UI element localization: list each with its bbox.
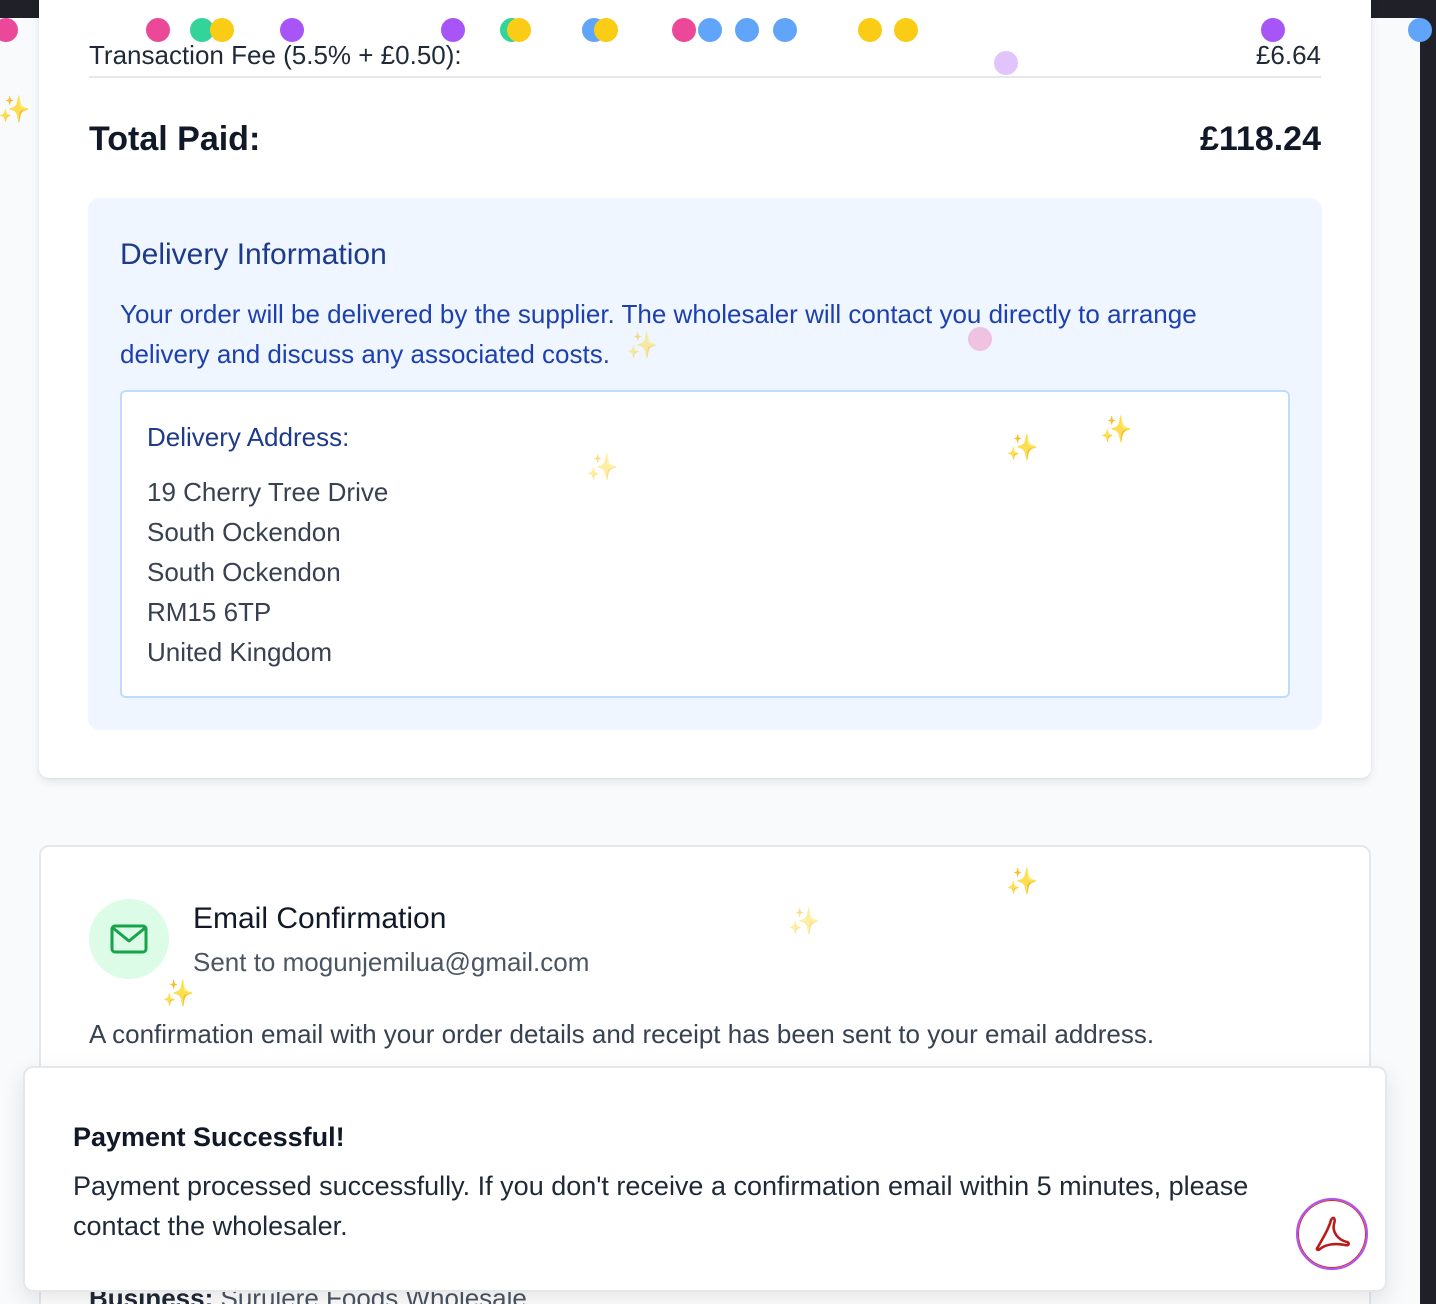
delivery-address-lines: 19 Cherry Tree Drive South Ockendon Sout… — [147, 472, 388, 672]
confetti-dot — [146, 18, 170, 42]
transaction-fee-value: £6.64 — [1255, 39, 1321, 70]
toast-message: Payment processed successfully. If you d… — [73, 1171, 1249, 1241]
confetti-dot — [968, 327, 992, 351]
address-line: South Ockendon — [147, 557, 341, 587]
email-description: A confirmation email with your order det… — [89, 1019, 1155, 1049]
confetti-dot — [507, 18, 531, 42]
pdf-download-button[interactable] — [1296, 1198, 1368, 1270]
window-edge — [1420, 0, 1436, 1304]
sparkle-icon: ✨ — [788, 906, 821, 936]
toast-title: Payment Successful! — [73, 1122, 345, 1152]
sparkle-icon: ✨ — [626, 330, 659, 360]
mail-icon — [110, 924, 148, 954]
address-line: South Ockendon — [147, 517, 341, 547]
sparkle-icon: ✨ — [0, 94, 31, 124]
confetti-dot — [672, 18, 696, 42]
delivery-information-panel: Delivery Information Your order will be … — [88, 198, 1322, 730]
delivery-address-label: Delivery Address: — [147, 422, 350, 452]
confetti-dot — [858, 18, 882, 42]
address-line: RM15 6TP — [147, 597, 272, 627]
transaction-fee-label: Transaction Fee (5.5% + £0.50): — [89, 39, 462, 70]
total-paid-row: Total Paid: £118.24 — [89, 114, 1321, 164]
delivery-title: Delivery Information — [120, 238, 387, 271]
confetti-dot — [698, 18, 722, 42]
sparkle-icon: ✨ — [162, 978, 195, 1008]
email-confirmation-title: Email Confirmation — [193, 902, 447, 935]
confetti-dot — [894, 18, 918, 42]
adobe-pdf-icon — [1315, 1216, 1351, 1252]
confetti-dot — [441, 18, 465, 42]
confetti-dot — [594, 18, 618, 42]
confetti-dot — [280, 18, 304, 42]
total-paid-value: £118.24 — [1199, 119, 1321, 158]
confetti-dot — [1408, 18, 1432, 42]
order-summary-card: Transaction Fee (5.5% + £0.50): £6.64 To… — [39, 0, 1371, 778]
confetti-dot — [210, 18, 234, 42]
address-line: 19 Cherry Tree Drive — [147, 477, 389, 507]
sparkle-icon: ✨ — [1006, 866, 1039, 896]
confetti-dot — [994, 51, 1018, 75]
email-sent-to: Sent to mogunjemilua@gmail.com — [193, 947, 590, 977]
confetti-dot — [1261, 18, 1285, 42]
email-icon-badge — [89, 899, 169, 979]
sparkle-icon: ✨ — [586, 452, 619, 482]
payment-success-toast[interactable]: Payment Successful! Payment processed su… — [23, 1066, 1387, 1292]
sparkle-icon: ✨ — [1100, 414, 1133, 444]
address-line: United Kingdom — [147, 637, 332, 667]
confetti-dot — [0, 18, 18, 42]
sparkle-icon: ✨ — [1006, 432, 1039, 462]
confetti-dot — [735, 18, 759, 42]
delivery-text: Your order will be delivered by the supp… — [120, 299, 1197, 369]
confetti-dot — [773, 18, 797, 42]
transaction-fee-row: Transaction Fee (5.5% + £0.50): £6.64 — [89, 38, 1321, 78]
total-paid-label: Total Paid: — [89, 119, 261, 158]
